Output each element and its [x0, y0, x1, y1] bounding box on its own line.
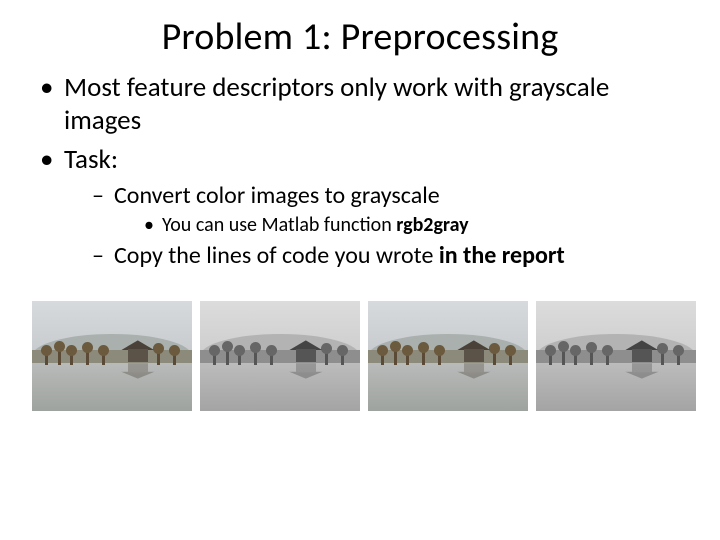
example-image-grayscale — [200, 301, 360, 411]
sub-bullet-text: Copy the lines of code you wrote — [114, 241, 439, 270]
sub-bullet-list: Convert color images to grayscale You ca… — [64, 181, 692, 271]
code-name: rgb2gray — [396, 213, 468, 237]
sub-bullet-item: Copy the lines of code you wrote in the … — [92, 241, 692, 270]
bullet-item: Task: Convert color images to grayscale … — [40, 144, 692, 271]
slide-title: Problem 1: Preprocessing — [28, 14, 692, 60]
example-image-color — [368, 301, 528, 411]
sub-bullet-text: Convert color images to grayscale — [114, 181, 440, 210]
bullet-text: Task: — [64, 143, 118, 176]
subsub-bullet-list: You can use Matlab function rgb2gray — [114, 213, 692, 237]
emphasis-text: in the report — [439, 241, 565, 270]
sub-bullet-item: Convert color images to grayscale You ca… — [92, 181, 692, 238]
subsub-bullet-text: You can use Matlab function — [162, 213, 396, 237]
bullet-list: Most feature descriptors only work with … — [28, 72, 692, 271]
example-image-grayscale — [536, 301, 696, 411]
image-row — [28, 301, 692, 411]
slide: Problem 1: Preprocessing Most feature de… — [0, 0, 720, 540]
example-image-color — [32, 301, 192, 411]
subsub-bullet-item: You can use Matlab function rgb2gray — [144, 213, 692, 237]
bullet-text: Most feature descriptors only work with … — [64, 71, 609, 137]
bullet-item: Most feature descriptors only work with … — [40, 72, 692, 138]
